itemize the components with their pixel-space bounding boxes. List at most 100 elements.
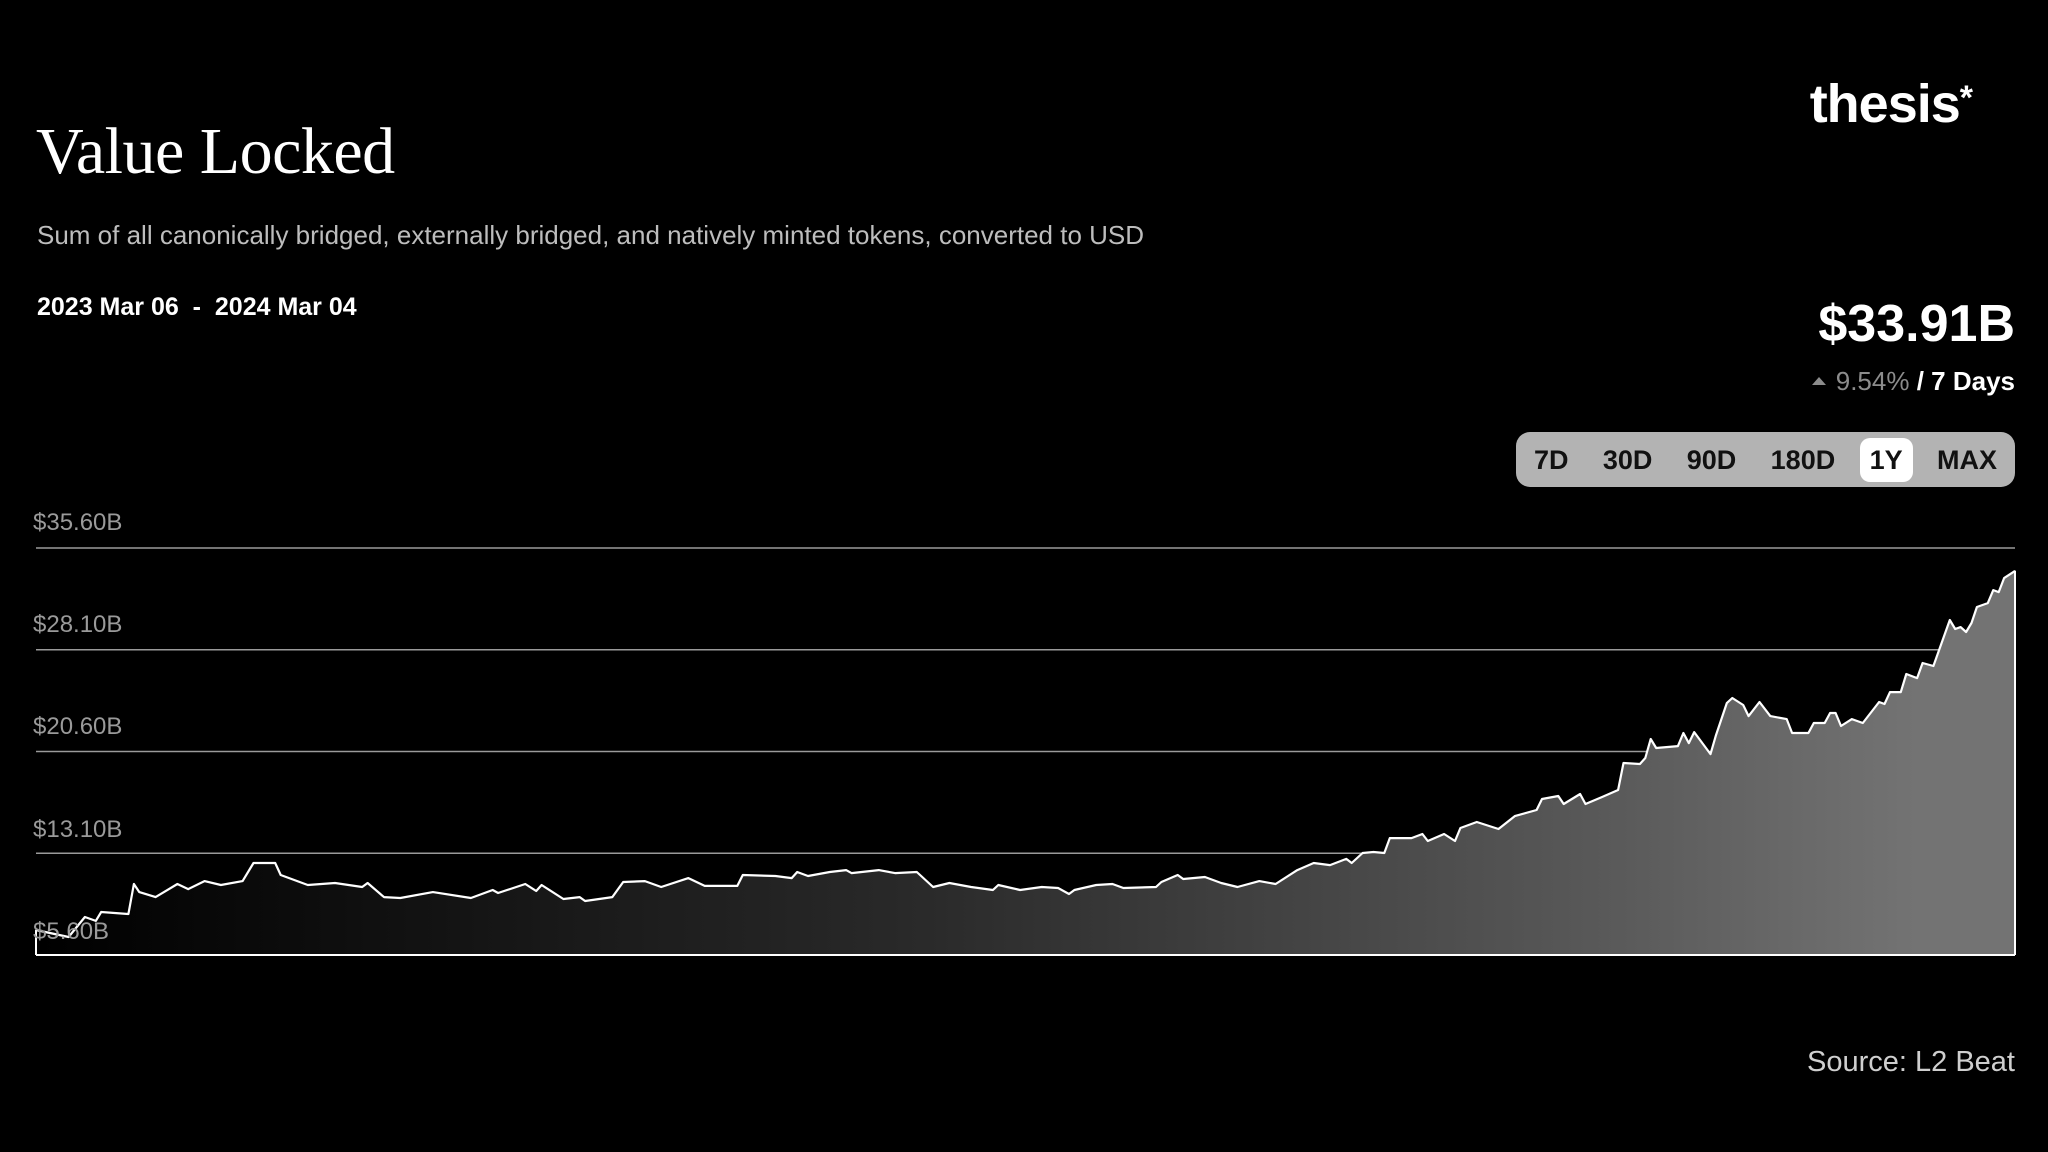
data-point bbox=[1742, 704, 1744, 706]
value-locked-chart bbox=[35, 547, 2016, 956]
data-point bbox=[1758, 701, 1761, 703]
data-point bbox=[1693, 731, 1695, 733]
data-point bbox=[1622, 762, 1625, 764]
data-point bbox=[1073, 889, 1076, 891]
data-point bbox=[1182, 878, 1184, 880]
data-point bbox=[1726, 702, 1728, 704]
data-point bbox=[1769, 715, 1771, 717]
data-point bbox=[878, 869, 880, 871]
data-point bbox=[660, 886, 662, 888]
data-point bbox=[742, 874, 744, 876]
data-point bbox=[127, 913, 130, 915]
data-point bbox=[1351, 862, 1353, 864]
data-point bbox=[524, 883, 526, 885]
data-point bbox=[579, 896, 581, 898]
y-tick-label: $20.60B bbox=[33, 713, 123, 740]
data-point bbox=[1389, 837, 1391, 839]
data-point bbox=[1601, 796, 1603, 798]
data-point bbox=[1177, 874, 1179, 876]
data-point bbox=[1813, 722, 1815, 724]
y-tick-label: $5.60B bbox=[33, 918, 110, 945]
data-point bbox=[1557, 795, 1559, 797]
data-point bbox=[1155, 886, 1157, 888]
data-point bbox=[829, 871, 831, 873]
data-point bbox=[1954, 628, 1956, 630]
data-point bbox=[1655, 747, 1657, 749]
data-point bbox=[1563, 803, 1565, 805]
data-point bbox=[1535, 809, 1538, 811]
data-point bbox=[1296, 869, 1298, 871]
data-point bbox=[1916, 677, 1918, 679]
data-point bbox=[948, 882, 950, 884]
data-point bbox=[1840, 725, 1842, 727]
source-note: Source: L2 Beat bbox=[1807, 1046, 2015, 1078]
data-point bbox=[774, 875, 777, 877]
data-point bbox=[1709, 753, 1712, 755]
data-point bbox=[1921, 662, 1924, 664]
data-point bbox=[1932, 665, 1935, 667]
y-tick-label: $28.10B bbox=[33, 611, 123, 638]
data-point bbox=[1851, 718, 1853, 720]
data-point bbox=[562, 898, 564, 900]
data-point bbox=[1965, 631, 1967, 633]
data-point bbox=[1824, 722, 1826, 724]
data-point bbox=[1829, 712, 1831, 714]
data-point bbox=[138, 891, 140, 893]
data-point bbox=[1258, 880, 1260, 882]
data-point bbox=[535, 890, 537, 892]
data-point bbox=[1639, 763, 1641, 765]
data-point bbox=[644, 880, 646, 882]
data-point bbox=[1878, 701, 1880, 703]
area-fill bbox=[36, 570, 2015, 955]
data-point bbox=[791, 877, 793, 879]
data-point bbox=[1650, 738, 1652, 740]
data-point bbox=[1372, 851, 1375, 853]
data-point bbox=[241, 880, 244, 882]
data-point bbox=[992, 889, 994, 891]
data-point bbox=[1361, 852, 1364, 854]
data-point bbox=[850, 872, 853, 874]
data-point bbox=[1041, 886, 1043, 888]
data-point bbox=[274, 862, 276, 864]
data-point bbox=[100, 911, 102, 913]
data-point bbox=[203, 880, 206, 882]
data-point bbox=[1122, 887, 1124, 889]
data-point bbox=[1715, 734, 1717, 736]
data-point bbox=[1443, 833, 1445, 835]
data-point bbox=[1427, 840, 1429, 842]
data-point bbox=[361, 886, 363, 888]
data-point bbox=[1900, 691, 1902, 693]
data-point bbox=[1834, 712, 1837, 714]
data-point bbox=[334, 882, 336, 884]
data-point bbox=[1057, 887, 1059, 889]
data-point bbox=[622, 881, 624, 883]
data-point bbox=[470, 897, 472, 899]
data-point bbox=[736, 885, 738, 887]
data-point bbox=[1786, 718, 1788, 720]
data-point bbox=[1644, 757, 1646, 759]
data-point bbox=[1095, 884, 1097, 886]
data-point bbox=[1998, 591, 2000, 593]
data-point bbox=[187, 888, 189, 890]
data-point bbox=[1949, 619, 1951, 621]
data-point bbox=[155, 896, 157, 898]
data-point bbox=[492, 889, 494, 891]
data-point bbox=[383, 896, 385, 898]
data-point bbox=[1677, 745, 1679, 747]
data-point bbox=[1584, 803, 1587, 805]
data-point bbox=[497, 892, 499, 894]
data-point bbox=[1220, 882, 1222, 884]
data-point bbox=[894, 872, 896, 874]
data-point bbox=[1905, 673, 1907, 675]
data-point bbox=[1883, 703, 1886, 705]
data-point bbox=[1459, 827, 1462, 829]
data-point bbox=[807, 875, 809, 877]
data-point bbox=[1579, 793, 1581, 795]
data-point bbox=[1274, 883, 1277, 885]
data-point bbox=[916, 871, 918, 873]
data-point bbox=[1862, 722, 1864, 724]
data-point bbox=[307, 884, 309, 886]
data-point bbox=[280, 874, 282, 876]
data-point bbox=[1747, 715, 1750, 717]
data-point bbox=[1807, 732, 1810, 734]
